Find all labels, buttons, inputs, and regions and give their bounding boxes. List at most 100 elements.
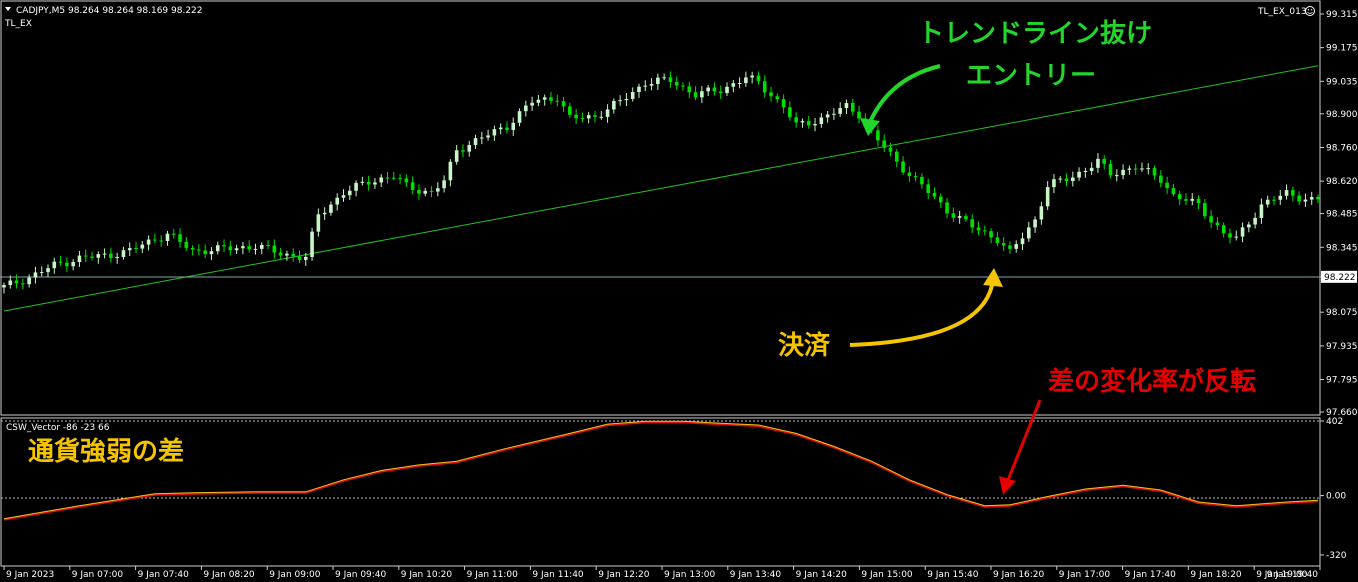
candle-body bbox=[932, 193, 937, 197]
candle-body bbox=[1253, 217, 1257, 225]
time-tick-label: 9 Jan 07:00 bbox=[72, 570, 124, 580]
candle-body bbox=[769, 92, 773, 97]
candle-body bbox=[781, 99, 786, 108]
candle-body bbox=[882, 140, 886, 148]
candle-body bbox=[888, 147, 893, 152]
candle-body bbox=[580, 118, 585, 120]
candle-body bbox=[630, 92, 635, 99]
candle-body bbox=[83, 255, 88, 257]
candle-body bbox=[341, 195, 346, 198]
candle-body bbox=[926, 184, 931, 194]
candle-body bbox=[21, 283, 25, 285]
candle-body bbox=[140, 244, 145, 249]
candle-body bbox=[1133, 168, 1138, 170]
candle-body bbox=[297, 256, 302, 260]
candle-body bbox=[989, 231, 993, 238]
annotation-exit: 決済 bbox=[778, 330, 831, 361]
candle-body bbox=[907, 172, 912, 176]
annotation-strength: 通貨強弱の差 bbox=[28, 436, 184, 467]
candle-body bbox=[127, 248, 132, 251]
candle-body bbox=[957, 216, 962, 218]
candle-body bbox=[1190, 198, 1195, 201]
price-tick-label: 98.345 bbox=[1326, 243, 1358, 253]
candle-body bbox=[687, 86, 692, 93]
candle-body bbox=[706, 87, 710, 92]
time-tick-label: 9 Jan 09:40 bbox=[335, 570, 387, 580]
candle-body bbox=[712, 87, 717, 92]
candle-body bbox=[215, 245, 220, 252]
candle-body bbox=[467, 145, 472, 152]
candle-body bbox=[1071, 177, 1075, 182]
candle-body bbox=[612, 100, 616, 110]
candle-body bbox=[291, 253, 296, 257]
indicator-label: TL_EX bbox=[4, 19, 32, 29]
candle-body bbox=[203, 250, 207, 255]
candle-body bbox=[316, 214, 321, 232]
candle-body bbox=[1215, 222, 1220, 226]
candle-body bbox=[517, 111, 522, 123]
time-tick-label: 9 Jan 08:20 bbox=[203, 570, 255, 580]
time-tick-label: 9 Jan 16:20 bbox=[993, 570, 1045, 580]
candle-body bbox=[90, 256, 94, 258]
candle-body bbox=[1165, 182, 1169, 189]
candle-body bbox=[366, 181, 371, 185]
candle-body bbox=[222, 245, 226, 247]
csw-title: CSW_Vector -86 -23 66 bbox=[6, 423, 110, 433]
candle-body bbox=[153, 239, 157, 241]
candle-body bbox=[737, 83, 742, 85]
candle-body bbox=[1083, 171, 1088, 173]
candle-body bbox=[423, 190, 428, 194]
candle-body bbox=[429, 190, 434, 192]
csw-tick-label: 402 bbox=[1326, 417, 1343, 427]
time-tick-label: 9 Jan 14:20 bbox=[796, 570, 848, 580]
candle-body bbox=[391, 177, 396, 179]
candle-body bbox=[1221, 225, 1226, 234]
candle-body bbox=[259, 244, 264, 249]
time-tick-label: 9 Jan 11:40 bbox=[532, 570, 584, 580]
candle-body bbox=[1159, 175, 1163, 183]
candle-body bbox=[115, 257, 119, 259]
candle-body bbox=[1297, 195, 1301, 202]
candle-body bbox=[530, 102, 534, 106]
candle-body bbox=[360, 181, 365, 183]
candle-body bbox=[857, 111, 861, 119]
candle-body bbox=[542, 97, 547, 100]
candle-body bbox=[1272, 199, 1276, 201]
candle-body bbox=[253, 248, 258, 250]
candle-body bbox=[1303, 199, 1308, 202]
candle-body bbox=[844, 103, 849, 109]
candle-body bbox=[718, 91, 723, 94]
candle-body bbox=[825, 114, 830, 118]
time-tick-label: 9 Jan 13:40 bbox=[730, 570, 782, 580]
price-tick-label: 99.315 bbox=[1326, 10, 1358, 20]
candle-body bbox=[1196, 198, 1201, 204]
candle-body bbox=[1127, 168, 1132, 170]
candle-body bbox=[58, 261, 63, 263]
candle-body bbox=[77, 255, 82, 263]
candle-body bbox=[1108, 163, 1113, 176]
candle-body bbox=[190, 247, 195, 250]
candle-body bbox=[951, 213, 956, 218]
candle-body bbox=[159, 240, 163, 242]
candle-body bbox=[303, 256, 308, 260]
candle-body bbox=[442, 180, 446, 189]
candle-body bbox=[266, 244, 270, 246]
price-tick-label: 98.075 bbox=[1326, 308, 1358, 318]
time-tick-label: 9 Jan 12:20 bbox=[598, 570, 650, 580]
candle-body bbox=[725, 86, 729, 94]
candle-body bbox=[1228, 233, 1232, 238]
candle-body bbox=[876, 130, 880, 141]
candle-body bbox=[379, 177, 384, 183]
candle-body bbox=[39, 272, 44, 274]
candle-body bbox=[568, 106, 572, 115]
candle-body bbox=[788, 107, 792, 118]
candle-body bbox=[1096, 158, 1100, 168]
candle-body bbox=[2, 285, 6, 288]
mt4-chart[interactable]: 99.315 99.175 99.035 98.900 98.760 98.620 98.4… bbox=[0, 0, 1358, 582]
candle-body bbox=[184, 241, 189, 248]
candle-body bbox=[33, 272, 38, 278]
candle-body bbox=[461, 150, 465, 152]
candle-body bbox=[454, 150, 459, 162]
annotation-entry-line1: トレンドライン抜け bbox=[918, 19, 1152, 49]
candle-body bbox=[605, 109, 610, 117]
